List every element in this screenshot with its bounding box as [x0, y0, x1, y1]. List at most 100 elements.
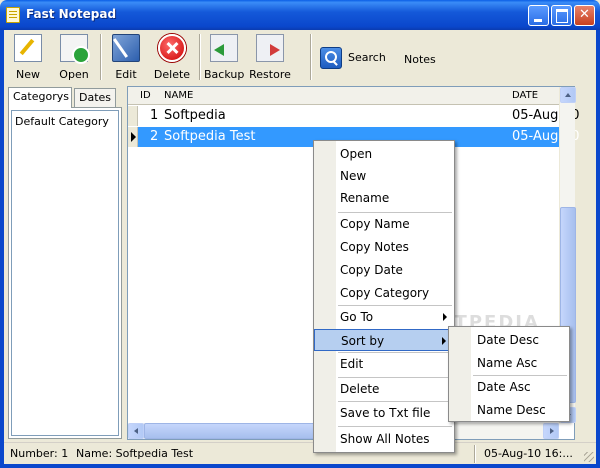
category-item-default[interactable]: Default Category — [15, 115, 109, 128]
horizontal-scroll-thumb[interactable] — [144, 423, 324, 439]
menu-item-label: Date Asc — [477, 380, 531, 394]
status-number: Number: 1 — [10, 447, 69, 460]
status-date: 05-Aug-10 16:... — [484, 447, 573, 460]
menu-item-open[interactable]: Open — [314, 143, 454, 165]
menu-item-label: Date Desc — [477, 333, 539, 347]
new-button-label: New — [16, 68, 40, 81]
maximize-button[interactable] — [551, 5, 572, 26]
menu-separator — [338, 426, 452, 427]
table-row[interactable]: 1 Softpedia 05-Aug-10 — [128, 106, 580, 126]
menu-item-edit[interactable]: Edit — [314, 353, 454, 375]
menu-item-label: Open — [340, 147, 373, 161]
delete-button[interactable]: Delete — [152, 32, 192, 82]
chevron-right-icon — [550, 428, 554, 434]
menu-item-label: Show All Notes — [340, 432, 430, 446]
menu-item-label: Delete — [340, 382, 380, 396]
row-indicator — [128, 127, 138, 147]
edit-pencil-icon — [112, 34, 140, 62]
scroll-up-button[interactable] — [560, 87, 576, 103]
category-list: Default Category — [11, 110, 119, 436]
grid-header: ID NAME DATE — [128, 87, 559, 105]
delete-x-icon — [158, 34, 186, 62]
notepad-app-icon — [6, 7, 20, 23]
menu-item-copy-date[interactable]: Copy Date — [314, 259, 454, 281]
chevron-up-icon — [565, 93, 571, 97]
row-id: 1 — [150, 108, 159, 123]
open-button[interactable]: Open — [56, 32, 92, 82]
restore-button-label: Restore — [249, 68, 291, 81]
submenu-arrow-icon — [442, 337, 446, 345]
delete-button-label: Delete — [153, 68, 191, 81]
submenu-arrow-icon — [443, 313, 447, 321]
context-menu: Open New Rename Copy Name Copy Notes Cop… — [313, 140, 455, 453]
category-tabs: Categorys Dates — [8, 87, 122, 108]
minimize-button[interactable] — [528, 5, 549, 26]
backup-button-label: Backup — [204, 68, 245, 81]
menu-item-save-to-txt[interactable]: Save to Txt file — [314, 402, 454, 424]
sort-item-name-asc[interactable]: Name Asc — [449, 352, 569, 374]
restore-button[interactable]: Restore — [248, 32, 292, 82]
edit-button[interactable]: Edit — [108, 32, 144, 82]
status-bar: Number: 1 Name: Softpedia Test 05-Aug-10… — [4, 442, 596, 464]
menu-item-sort-by[interactable]: Sort by — [314, 329, 454, 351]
scroll-left-button[interactable] — [128, 423, 144, 439]
menu-item-label: Name Desc — [477, 403, 546, 417]
search-icon — [320, 47, 342, 69]
toolbar: New Open Edit Delete Backup Restore Sear… — [4, 30, 596, 84]
toolbar-separator — [310, 34, 312, 80]
row-name: Softpedia — [164, 108, 226, 123]
menu-item-label: Edit — [340, 357, 364, 371]
menu-item-label: New — [340, 169, 367, 183]
category-list-panel: Default Category — [8, 107, 122, 439]
resize-grip-icon[interactable] — [584, 452, 594, 462]
menu-item-label: Copy Date — [340, 263, 403, 277]
edit-button-label: Edit — [115, 68, 137, 81]
window-frame-left — [0, 30, 4, 468]
status-divider — [474, 445, 476, 463]
column-header-id[interactable]: ID — [140, 90, 151, 101]
notes-label: Notes — [404, 53, 436, 66]
scroll-right-button[interactable] — [543, 423, 559, 439]
backup-button[interactable]: Backup — [204, 32, 244, 82]
toolbar-separator — [100, 34, 102, 80]
sort-item-date-asc[interactable]: Date Asc — [449, 376, 569, 398]
menu-item-label: Go To — [340, 310, 374, 324]
new-button[interactable]: New — [10, 32, 46, 82]
column-header-date[interactable]: DATE — [512, 90, 538, 101]
window-frame-right — [596, 30, 600, 468]
current-row-arrow-icon — [131, 132, 136, 142]
sort-item-date-desc[interactable]: Date Desc — [449, 329, 569, 351]
tab-categorys[interactable]: Categorys — [8, 87, 72, 108]
backup-arrow-icon — [210, 34, 238, 62]
menu-item-delete[interactable]: Delete — [314, 378, 454, 400]
menu-item-copy-name[interactable]: Copy Name — [314, 213, 454, 235]
status-name: Name: Softpedia Test — [76, 447, 194, 460]
sort-by-submenu: Date Desc Name Asc Date Asc Name Desc — [448, 326, 570, 422]
open-button-label: Open — [59, 68, 89, 81]
menu-item-copy-notes[interactable]: Copy Notes — [314, 236, 454, 258]
menu-item-label: Copy Category — [340, 286, 430, 300]
window-title: Fast Notepad — [26, 7, 117, 21]
menu-item-go-to[interactable]: Go To — [314, 306, 454, 328]
open-note-icon — [60, 34, 90, 64]
menu-item-new[interactable]: New — [314, 165, 454, 187]
restore-arrow-icon — [256, 34, 284, 62]
menu-item-copy-category[interactable]: Copy Category — [314, 282, 454, 304]
menu-item-label: Rename — [340, 191, 390, 205]
tab-dates[interactable]: Dates — [74, 88, 116, 107]
window-frame-bottom — [0, 464, 600, 468]
column-header-name[interactable]: NAME — [164, 90, 193, 101]
row-name: Softpedia Test — [164, 129, 256, 144]
sort-item-name-desc[interactable]: Name Desc — [449, 399, 569, 421]
close-button[interactable]: ✕ — [574, 5, 595, 26]
menu-item-rename[interactable]: Rename — [314, 187, 454, 209]
menu-item-show-all-notes[interactable]: Show All Notes — [314, 428, 454, 450]
menu-item-label: Save to Txt file — [340, 406, 431, 420]
new-note-icon — [14, 34, 42, 62]
menu-item-label: Copy Name — [340, 217, 410, 231]
menu-item-label: Name Asc — [477, 356, 538, 370]
row-id: 2 — [150, 129, 159, 144]
toolbar-separator — [199, 34, 201, 80]
row-indicator — [128, 106, 138, 126]
title-bar[interactable]: Fast Notepad ✕ — [0, 0, 600, 30]
